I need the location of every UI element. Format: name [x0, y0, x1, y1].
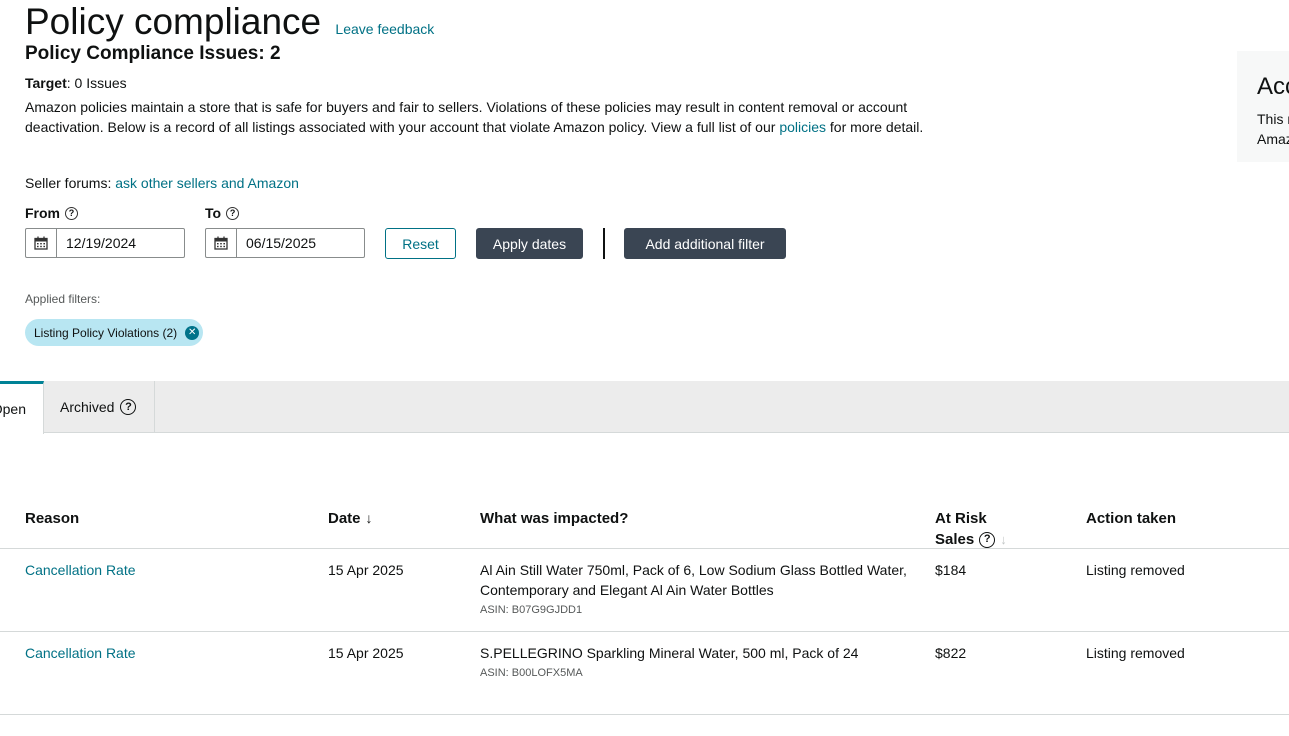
calendar-icon[interactable] — [26, 229, 57, 257]
seller-forums: Seller forums: ask other sellers and Ama… — [25, 174, 299, 192]
column-header-risk[interactable]: At Risk Sales ? ↓ — [935, 508, 1007, 550]
reset-button[interactable]: Reset — [385, 228, 456, 259]
row-divider — [0, 548, 1289, 549]
apply-dates-button[interactable]: Apply dates — [476, 228, 583, 259]
policies-link[interactable]: policies — [779, 119, 826, 135]
column-header-date[interactable]: Date ↓ — [328, 508, 373, 529]
tab-open-label: Open — [0, 401, 26, 417]
to-date-value: 06/15/2025 — [246, 235, 317, 251]
from-label: From ? — [25, 204, 78, 222]
action-value: Listing removed — [1086, 562, 1185, 578]
row-date: 15 Apr 2025 — [328, 645, 404, 661]
target-value: : 0 Issues — [66, 75, 127, 91]
product-title: Al Ain Still Water 750ml, Pack of 6, Low… — [480, 562, 907, 598]
toolbar-divider — [603, 228, 605, 259]
sort-arrow-icon[interactable]: ↓ — [1000, 529, 1007, 550]
side-card-line1: This r — [1257, 111, 1289, 127]
from-date-value: 12/19/2024 — [66, 235, 137, 251]
product-title: S.PELLEGRINO Sparkling Mineral Water, 50… — [480, 645, 859, 661]
column-header-action: Action taken — [1086, 510, 1177, 527]
help-icon[interactable]: ? — [120, 399, 137, 415]
action-value: Listing removed — [1086, 645, 1185, 661]
side-card-line2: Amaz — [1257, 131, 1289, 147]
column-header-impacted: What was impacted? — [480, 510, 629, 527]
to-date-field[interactable]: 06/15/2025 — [205, 228, 365, 258]
risk-value: $184 — [935, 562, 967, 578]
filter-chip[interactable]: Listing Policy Violations (2) ✕ — [25, 319, 204, 346]
row-divider — [0, 631, 1289, 632]
side-card-text: This r Amaz — [1257, 109, 1289, 149]
help-icon[interactable]: ? — [65, 206, 78, 220]
tab-open[interactable]: Open — [0, 381, 44, 434]
from-date-field[interactable]: 12/19/2024 — [25, 228, 185, 258]
from-label-text: From — [25, 205, 60, 221]
issues-heading: Policy Compliance Issues: 2 — [25, 43, 281, 64]
description-text-1: Amazon policies maintain a store that is… — [25, 99, 908, 135]
side-info-card: Acc This r Amaz — [1237, 51, 1289, 162]
side-card-heading: Acc — [1257, 73, 1289, 100]
column-header-date-label: Date — [328, 510, 361, 527]
column-header-risk-line1: At Risk — [935, 510, 987, 527]
applied-filters-label: Applied filters: — [25, 292, 101, 306]
add-filter-button[interactable]: Add additional filter — [624, 228, 786, 259]
help-icon[interactable]: ? — [979, 531, 996, 548]
policy-description: Amazon policies maintain a store that is… — [25, 97, 940, 137]
calendar-icon[interactable] — [206, 229, 237, 257]
target-label: Target — [25, 75, 67, 91]
tab-bar — [0, 381, 1289, 433]
tab-archived-label: Archived — [60, 399, 115, 415]
impacted-item: S.PELLEGRINO Sparkling Mineral Water, 50… — [480, 643, 925, 680]
close-icon[interactable]: ✕ — [185, 325, 200, 340]
help-icon[interactable]: ? — [226, 206, 240, 220]
description-text-2: for more detail. — [826, 119, 924, 135]
forums-link[interactable]: ask other sellers and Amazon — [115, 175, 299, 191]
reason-link[interactable]: Cancellation Rate — [25, 643, 136, 663]
column-header-risk-line2: Sales — [935, 531, 975, 548]
tab-archived[interactable]: Archived ? — [44, 381, 155, 433]
forums-label: Seller forums: — [25, 175, 116, 191]
leave-feedback-link[interactable]: Leave feedback — [335, 21, 434, 37]
to-label: To ? — [205, 204, 240, 222]
risk-value: $822 — [935, 645, 967, 661]
page-title-text: Policy compliance — [25, 1, 322, 42]
filter-chip-label: Listing Policy Violations (2) — [34, 325, 178, 340]
column-header-risk-line2-wrap: Sales ? ↓ — [935, 529, 1007, 550]
target-text: Target: 0 Issues — [25, 74, 127, 92]
impacted-item: Al Ain Still Water 750ml, Pack of 6, Low… — [480, 560, 925, 617]
column-header-reason: Reason — [25, 510, 80, 527]
asin-text: ASIN: B00LOFX5MA — [480, 667, 583, 679]
row-divider — [0, 714, 1289, 715]
asin-text: ASIN: B07G9GJDD1 — [480, 604, 583, 616]
to-label-text: To — [205, 205, 222, 221]
arrow-down-icon: ↓ — [365, 510, 373, 526]
row-date: 15 Apr 2025 — [328, 562, 404, 578]
reason-link[interactable]: Cancellation Rate — [25, 560, 136, 580]
